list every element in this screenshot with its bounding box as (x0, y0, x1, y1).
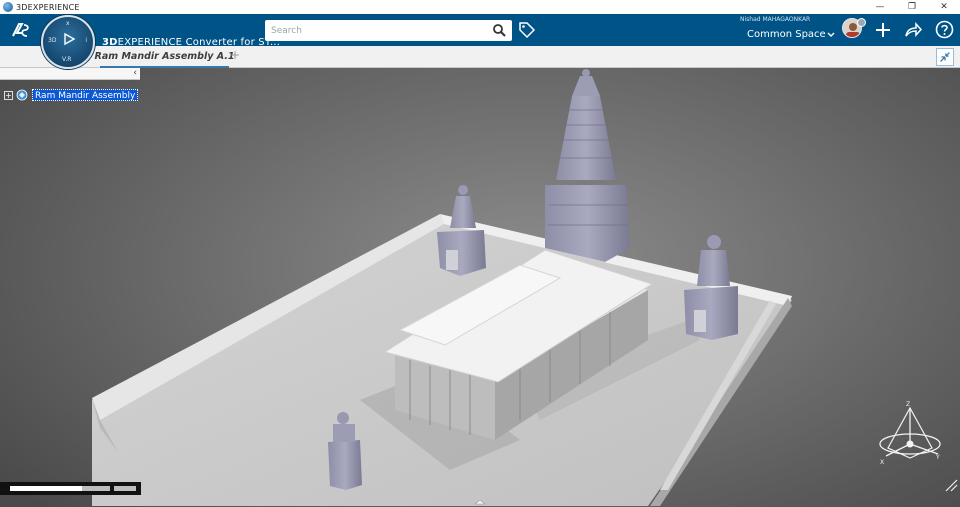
compass-west: 3D (48, 37, 57, 44)
3dexperience-app-icon (3, 2, 13, 12)
chevron-up-icon[interactable] (474, 497, 486, 507)
loading-progress-bar (0, 482, 141, 495)
minimize-button[interactable]: — (864, 0, 896, 14)
3d-viewport[interactable] (0, 68, 960, 507)
tree-root-label[interactable]: Ram Mandir Assembly (32, 89, 139, 101)
tree-panel-header: ‹ (0, 68, 140, 80)
resize-grip-icon[interactable] (944, 478, 958, 492)
progress-fill (10, 486, 82, 491)
play-icon[interactable] (62, 32, 76, 46)
search-icon[interactable] (492, 23, 506, 37)
window-title: 3DEXPERIENCE (16, 2, 80, 12)
tree-expand-icon[interactable]: + (4, 90, 13, 100)
help-icon[interactable] (935, 20, 954, 39)
axis-compass-icon[interactable]: Z X Y (874, 396, 944, 468)
axis-z-label: Z (906, 401, 910, 408)
axis-x-label: X (880, 459, 884, 466)
collaborative-space[interactable]: Common Space (747, 29, 826, 40)
notification-badge (857, 18, 866, 27)
tag-icon[interactable] (518, 21, 536, 39)
tab-ram-mandir-assembly[interactable]: Ram Mandir Assembly A.1 (95, 46, 234, 68)
user-name[interactable]: Nishad MAHAGAONKAR (740, 16, 810, 23)
search-box[interactable] (265, 20, 512, 41)
progress-track (10, 486, 110, 491)
share-icon[interactable] (904, 21, 922, 39)
collapse-icon[interactable] (936, 48, 954, 66)
add-icon[interactable] (874, 21, 892, 39)
restore-button[interactable]: ❐ (896, 0, 928, 14)
window-controls: — ❐ ✕ (864, 0, 960, 14)
compass-east: i (85, 37, 87, 44)
compass-north: x (66, 20, 70, 27)
tree-root-node[interactable]: + Ram Mandir Assembly (4, 88, 139, 102)
progress-segment (114, 486, 136, 491)
compass-widget[interactable]: x 3D i V.R (41, 15, 95, 69)
add-tab-button[interactable]: + (230, 48, 240, 62)
close-button[interactable]: ✕ (928, 0, 960, 14)
window-titlebar: 3DEXPERIENCE — ❐ ✕ (0, 0, 960, 14)
temple-model-3d[interactable] (0, 68, 960, 507)
tree-collapse-button[interactable]: ‹ (133, 68, 137, 78)
search-input[interactable] (271, 25, 486, 36)
axis-y-label: Y (935, 454, 940, 461)
product-icon (16, 89, 28, 101)
dassault-logo-icon[interactable] (10, 20, 32, 40)
tab-bar: Ram Mandir Assembly A.1 + (0, 46, 960, 68)
chevron-down-icon[interactable] (827, 31, 835, 39)
compass-south: V.R (62, 56, 72, 63)
